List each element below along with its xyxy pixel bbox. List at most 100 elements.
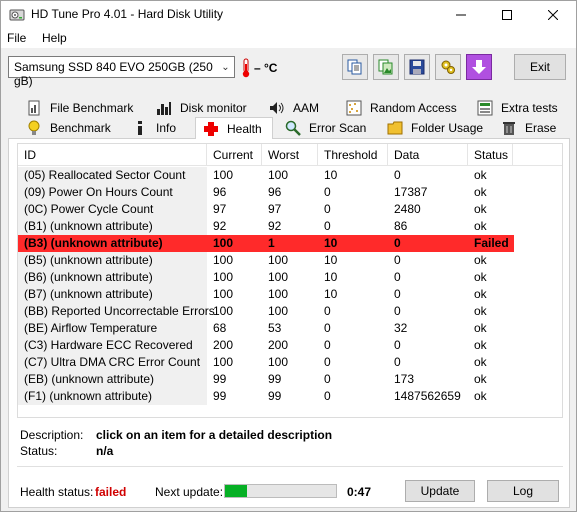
tab-extra-tests[interactable]: Extra tests [477, 98, 558, 118]
cell-threshold: 0 [324, 389, 331, 403]
cell-data: 0 [394, 270, 401, 284]
table-row[interactable]: (B5) (unknown attribute) 100 100 10 0 ok [18, 252, 562, 269]
menu-bar: File Help [1, 28, 576, 48]
table-row[interactable]: (0C) Power Cycle Count 97 97 0 2480 ok [18, 201, 562, 218]
cell-threshold: 0 [324, 219, 331, 233]
tab-label: Disk monitor [180, 101, 247, 115]
tab-health[interactable]: Health [195, 117, 273, 139]
col-header-data[interactable]: Data [388, 144, 468, 166]
options-button[interactable] [435, 54, 461, 80]
tab-info[interactable]: Info [132, 118, 176, 138]
table-row[interactable]: (BE) Airflow Temperature 68 53 0 32 ok [18, 320, 562, 337]
drive-select-value: Samsung SSD 840 EVO 250GB (250 gB) [14, 60, 213, 88]
download-button[interactable] [466, 54, 492, 80]
cell-status: ok [474, 185, 487, 199]
cell-data: 0 [394, 304, 401, 318]
table-row[interactable]: (BB) Reported Uncorrectable Errors 100 100… [18, 303, 562, 320]
title-bar: HD Tune Pro 4.01 - Hard Disk Utility [1, 1, 576, 28]
table-row[interactable]: (B7) (unknown attribute) 100 100 10 0 ok [18, 286, 562, 303]
maximize-button[interactable] [484, 1, 530, 28]
cell-status: ok [474, 287, 487, 301]
progress-fill [225, 485, 248, 497]
cell-current: 100 [213, 355, 234, 369]
cell-current: 100 [213, 236, 234, 250]
chevron-down-icon: ⌄ [221, 61, 230, 73]
cell-current: 100 [213, 270, 234, 284]
cell-status: ok [474, 202, 487, 216]
menu-file[interactable]: File [7, 31, 26, 45]
exit-button[interactable]: Exit [514, 54, 566, 80]
table-row[interactable]: (B1) (unknown attribute) 92 92 0 86 ok [18, 218, 562, 235]
tab-erase[interactable]: Erase [501, 118, 556, 138]
folder-icon [387, 121, 403, 135]
cell-threshold: 10 [324, 168, 338, 182]
minimize-button[interactable] [438, 1, 484, 28]
tab-random-access[interactable]: Random Access [346, 98, 457, 118]
cell-status: ok [474, 338, 487, 352]
tab-disk-monitor[interactable]: Disk monitor [156, 98, 247, 118]
health-status-label: Health status: [20, 485, 94, 499]
floppy-disk-icon [409, 59, 425, 75]
table-row[interactable]: (B6) (unknown attribute) 100 100 10 0 ok [18, 269, 562, 286]
cell-threshold: 0 [324, 321, 331, 335]
col-header-status[interactable]: Status [468, 144, 513, 166]
cell-status: ok [474, 355, 487, 369]
cell-data: 0 [394, 236, 401, 250]
cell-data: 0 [394, 355, 401, 369]
status-label: Status: [20, 444, 58, 458]
cell-data: 2480 [394, 202, 421, 216]
cell-current: 99 [213, 389, 227, 403]
info-icon [138, 121, 142, 135]
cell-threshold: 0 [324, 372, 331, 386]
tab-file-benchmark[interactable]: File Benchmark [26, 98, 133, 118]
tab-folder-usage[interactable]: Folder Usage [387, 118, 483, 138]
cell-worst: 200 [268, 338, 289, 352]
tab-aam[interactable]: AAM [269, 98, 319, 118]
cell-id: (B1) (unknown attribute) [18, 218, 207, 235]
next-update-label: Next update: [155, 485, 224, 499]
cell-current: 96 [213, 185, 227, 199]
table-row[interactable]: (C7) Ultra DMA CRC Error Count 100 100 0 0 ok [18, 354, 562, 371]
copy-icon [347, 59, 362, 75]
trash-icon [503, 122, 515, 135]
description-label: Description: [20, 428, 84, 442]
tab-label: Extra tests [501, 101, 558, 115]
col-header-threshold[interactable]: Threshold [318, 144, 388, 166]
table-row[interactable]: (05) Reallocated Sector Count 100 100 10 0 ok [18, 167, 562, 184]
log-button[interactable]: Log [487, 480, 559, 502]
cell-current: 97 [213, 202, 227, 216]
close-button[interactable] [530, 1, 576, 28]
col-header-worst[interactable]: Worst [262, 144, 318, 166]
cell-data: 0 [394, 338, 401, 352]
cell-data: 0 [394, 168, 401, 182]
table-row[interactable]: (EB) (unknown attribute) 99 99 0 173 ok [18, 371, 562, 388]
health-cross-icon [204, 121, 218, 136]
copy-screenshot-button[interactable] [373, 54, 399, 80]
tab-label: File Benchmark [50, 101, 134, 115]
tab-label: Benchmark [50, 121, 111, 135]
cell-id: (05) Reallocated Sector Count [18, 167, 207, 184]
table-row[interactable]: (C3) Hardware ECC Recovered 200 200 0 0 ok [18, 337, 562, 354]
table-row[interactable]: (09) Power On Hours Count 96 96 0 17387 ok [18, 184, 562, 201]
description-value: click on an item for a detailed descript… [96, 428, 333, 442]
cell-worst: 100 [268, 355, 289, 369]
cell-current: 100 [213, 253, 234, 267]
cell-worst: 100 [268, 270, 289, 284]
menu-help[interactable]: Help [42, 31, 67, 45]
drive-select[interactable]: Samsung SSD 840 EVO 250GB (250 gB) ⌄ [8, 56, 235, 88]
cell-id: (EB) (unknown attribute) [18, 371, 207, 388]
cell-threshold: 0 [324, 355, 331, 369]
cell-data: 173 [394, 372, 415, 386]
col-header-id[interactable]: ID [18, 144, 207, 166]
tab-label: Error Scan [309, 121, 367, 135]
save-button[interactable] [404, 54, 430, 80]
table-row[interactable]: (B3) (unknown attribute) 100 1 10 0 Failed [18, 235, 514, 252]
table-row[interactable]: (F1) (unknown attribute) 99 99 0 1487562659 o… [18, 388, 562, 405]
smart-table[interactable]: ID Current Worst Threshold Data Status (… [17, 143, 563, 418]
tab-error-scan[interactable]: Error Scan [285, 118, 366, 138]
col-header-current[interactable]: Current [207, 144, 262, 166]
tab-benchmark[interactable]: Benchmark [26, 118, 111, 138]
copy-text-button[interactable] [342, 54, 368, 80]
cell-data: 86 [394, 219, 408, 233]
update-button[interactable]: Update [405, 480, 475, 502]
